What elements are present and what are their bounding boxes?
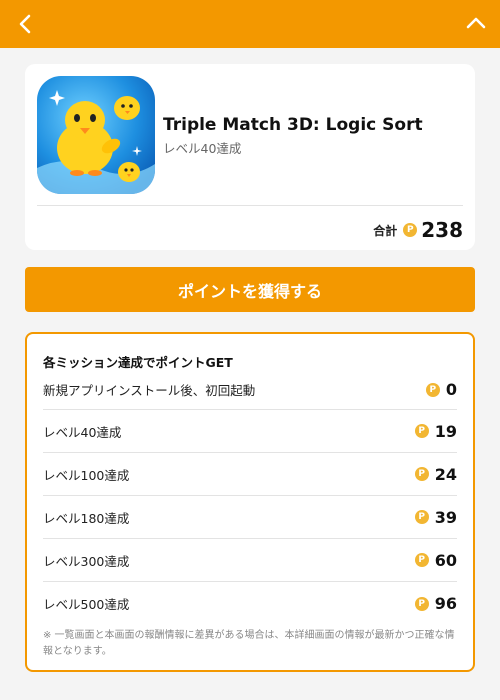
mission-label: レベル40達成 — [43, 424, 122, 440]
point-coin-icon: P — [414, 424, 429, 438]
point-coin-icon: P — [414, 510, 429, 524]
app-subtitle: レベル40達成 — [163, 141, 242, 156]
point-coin-icon: P — [414, 467, 429, 481]
mission-value: 39 — [434, 507, 457, 527]
mission-label: レベル500達成 — [43, 597, 130, 612]
mission-points: P 0 — [425, 380, 457, 399]
app-icon — [37, 76, 155, 194]
chevron-left-icon[interactable] — [14, 12, 38, 36]
mission-row: レベル300達成 P 60 — [43, 539, 457, 582]
mission-value: 24 — [434, 464, 457, 484]
mission-points: P 24 — [414, 464, 457, 484]
app-title: Triple Match 3D: Logic Sort — [163, 115, 423, 135]
mission-row: レベル180達成 P 39 — [43, 496, 457, 539]
mission-value: 96 — [434, 594, 457, 613]
total-value: 238 — [421, 218, 463, 242]
mission-row: 新規アプリインストール後、初回起動 P 0 — [43, 370, 457, 410]
mission-points: P 39 — [414, 507, 457, 527]
mission-points: P 96 — [414, 594, 457, 613]
mission-points: P 60 — [414, 550, 457, 570]
mission-points: P 19 — [414, 421, 457, 441]
total-label: 合計 — [373, 223, 398, 238]
top-bar — [0, 0, 500, 48]
mission-row: レベル100達成 P 24 — [43, 453, 457, 496]
chevron-up-icon[interactable] — [464, 12, 488, 36]
point-coin-icon: P — [414, 553, 429, 567]
total-points: 合計 P 238 — [373, 218, 463, 242]
mission-value: 19 — [434, 421, 457, 441]
mission-row: レベル500達成 P 96 — [43, 582, 457, 625]
mission-value: 0 — [445, 380, 457, 399]
mission-row: レベル40達成 P 19 — [43, 410, 457, 453]
point-coin-icon: P — [403, 223, 418, 237]
mission-label: レベル300達成 — [43, 553, 130, 569]
disclaimer-note: ※ 一覧画面と本画面の報酬情報に差異がある場合は、本詳細画面の情報が最新かつ正確… — [43, 630, 455, 657]
point-coin-icon: P — [414, 596, 429, 611]
app-card: Triple Match 3D: Logic Sort レベル40達成 合計 P… — [25, 64, 475, 250]
missions-panel: 各ミッション達成でポイントGET 新規アプリインストール後、初回起動 P 0 レ… — [25, 332, 475, 672]
point-coin-icon: P — [425, 382, 440, 397]
mission-value: 60 — [434, 550, 457, 570]
mission-label: レベル100達成 — [43, 467, 130, 483]
missions-title: 各ミッション達成でポイントGET — [43, 355, 233, 370]
mission-label: レベル180達成 — [43, 510, 130, 526]
divider — [37, 205, 463, 206]
mission-list: 新規アプリインストール後、初回起動 P 0 レベル40達成 P 19 レベル10… — [43, 370, 457, 625]
get-points-button[interactable]: ポイントを獲得する — [25, 267, 475, 312]
mission-label: 新規アプリインストール後、初回起動 — [43, 383, 256, 398]
